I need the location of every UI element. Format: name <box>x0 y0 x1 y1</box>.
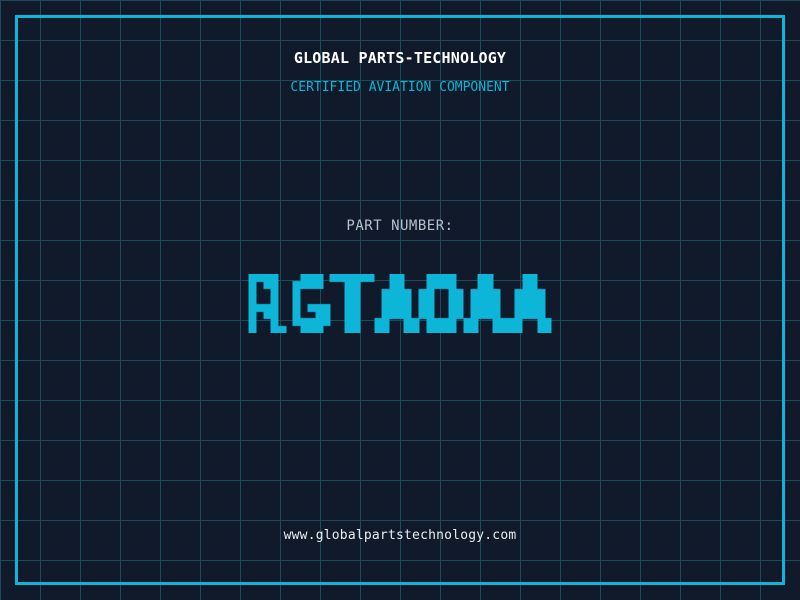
page-title: GLOBAL PARTS-TECHNOLOGY <box>293 49 507 67</box>
part-number-label: PART NUMBER: <box>346 218 454 234</box>
certificate-page: GLOBAL PARTS-TECHNOLOGY CERTIFIED AVIATI… <box>0 0 800 600</box>
footer-url: www.globalpartstechnology.com <box>283 528 517 543</box>
page-subtitle: CERTIFIED AVIATION COMPONENT <box>290 80 510 95</box>
part-number-pixel-text <box>248 274 552 333</box>
